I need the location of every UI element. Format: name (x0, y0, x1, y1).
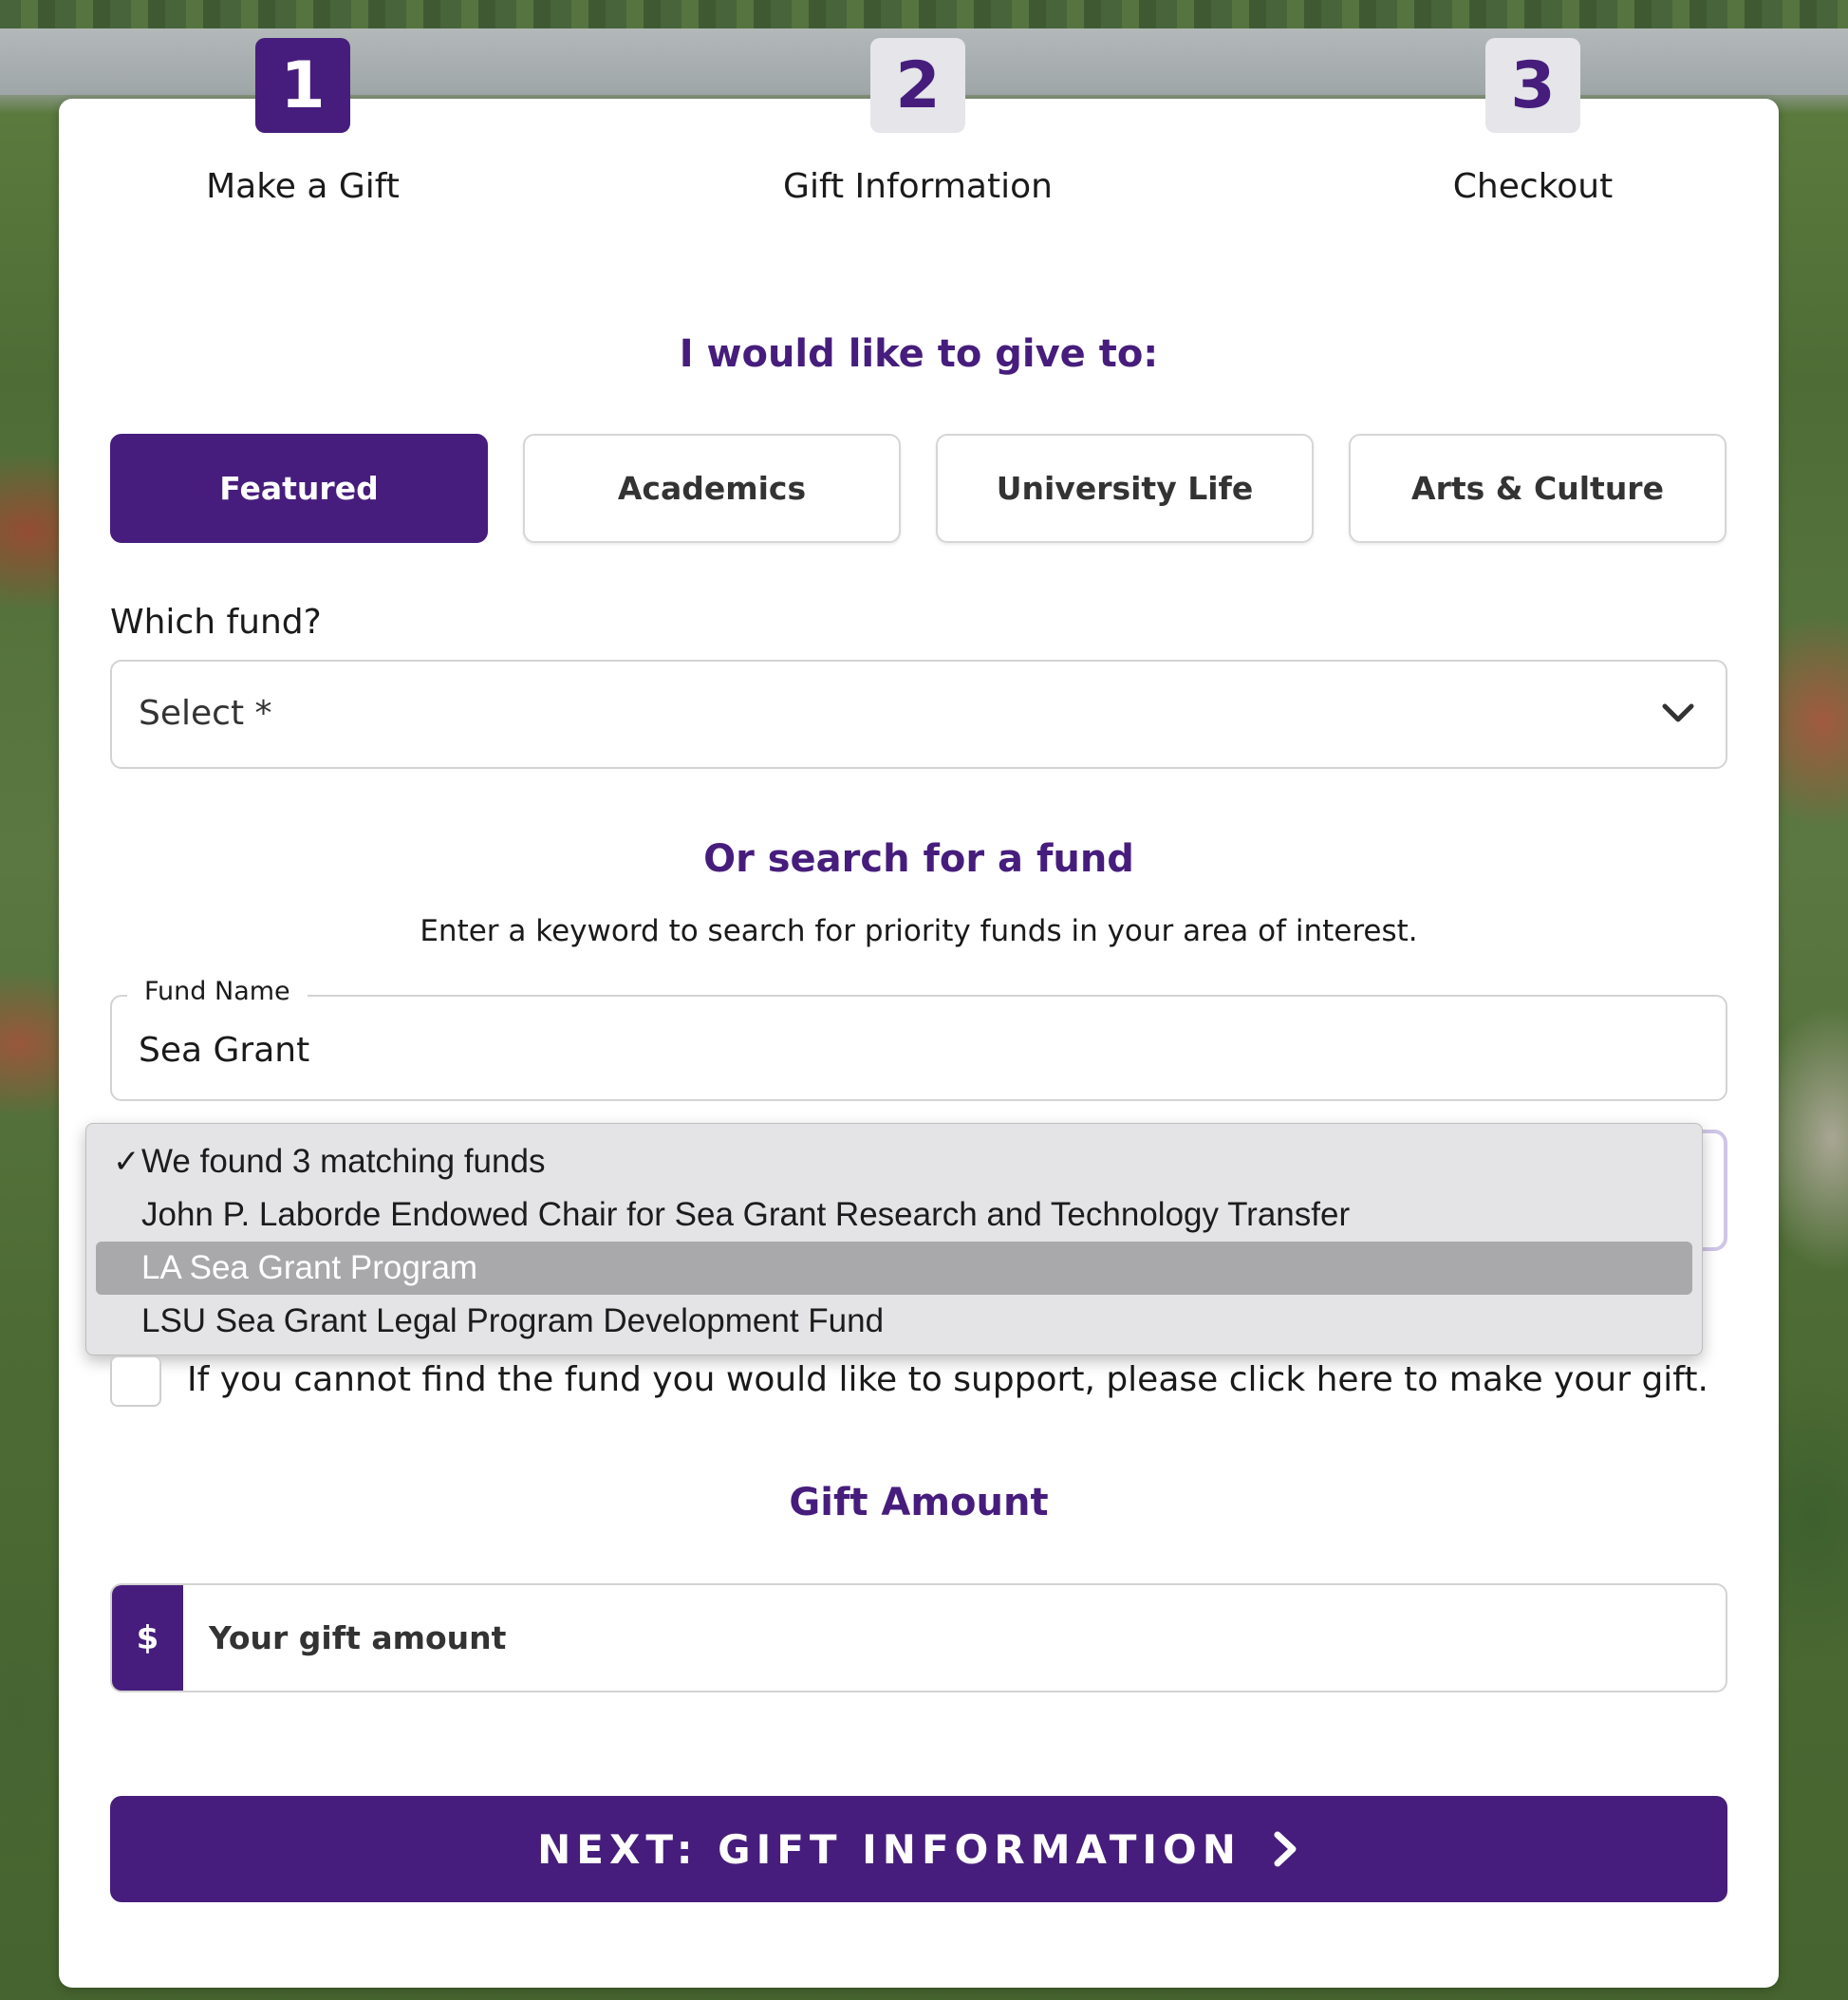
step-2-label: Gift Information (783, 167, 1053, 206)
gift-amount-input[interactable]: $ Your gift amount (110, 1583, 1727, 1692)
search-fund-heading: Or search for a fund (703, 837, 1134, 881)
category-arts-culture-button[interactable]: Arts & Culture (1349, 434, 1727, 543)
checkmark-icon: ✓ (113, 1143, 140, 1181)
fund-select[interactable]: Select * (110, 660, 1727, 769)
matching-funds-dropdown: ✓ We found 3 matching funds John P. Labo… (85, 1123, 1703, 1355)
search-description: Enter a keyword to search for priority f… (420, 914, 1418, 948)
cannot-find-fund-checkbox[interactable] (110, 1355, 161, 1407)
dollar-sign-icon: $ (112, 1585, 183, 1691)
fund-name-value: Sea Grant (139, 1031, 310, 1070)
dropdown-option[interactable]: LSU Sea Grant Legal Program Development … (96, 1295, 1692, 1348)
category-university-life-button[interactable]: University Life (936, 434, 1314, 543)
which-fund-label: Which fund? (110, 603, 322, 642)
step-3-number: 3 (1485, 38, 1580, 133)
category-featured-button[interactable]: Featured (110, 434, 488, 543)
gift-amount-heading: Gift Amount (789, 1481, 1049, 1524)
next-gift-information-button[interactable]: NEXT: GIFT INFORMATION (110, 1796, 1727, 1902)
background-treeline (0, 0, 1848, 30)
dropdown-option-label: LSU Sea Grant Legal Program Development … (141, 1302, 885, 1339)
category-academics-button[interactable]: Academics (523, 434, 901, 543)
cannot-find-fund-label[interactable]: If you cannot find the fund you would li… (187, 1360, 1708, 1399)
dropdown-option[interactable]: ✓ We found 3 matching funds (96, 1135, 1692, 1188)
dropdown-option-label: We found 3 matching funds (141, 1143, 546, 1180)
fund-name-label: Fund Name (127, 977, 308, 1006)
dropdown-option[interactable]: John P. Laborde Endowed Chair for Sea Gr… (96, 1188, 1692, 1242)
step-1-label: Make a Gift (206, 167, 400, 206)
gift-amount-placeholder: Your gift amount (209, 1619, 507, 1656)
step-1-number: 1 (255, 38, 350, 133)
step-3-label: Checkout (1452, 167, 1614, 206)
next-button-label: NEXT: GIFT INFORMATION (537, 1825, 1241, 1873)
dropdown-option-label: LA Sea Grant Program (141, 1249, 478, 1286)
fund-name-input[interactable]: Sea Grant (110, 995, 1727, 1101)
give-to-heading: I would like to give to: (679, 332, 1159, 376)
fund-select-placeholder: Select * (139, 694, 272, 733)
chevron-right-icon (1274, 1831, 1297, 1867)
chevron-down-icon (1662, 703, 1694, 722)
dropdown-option-label: John P. Laborde Endowed Chair for Sea Gr… (141, 1196, 1351, 1233)
step-2-number: 2 (870, 38, 965, 133)
dropdown-option-highlighted[interactable]: LA Sea Grant Program (96, 1242, 1692, 1295)
